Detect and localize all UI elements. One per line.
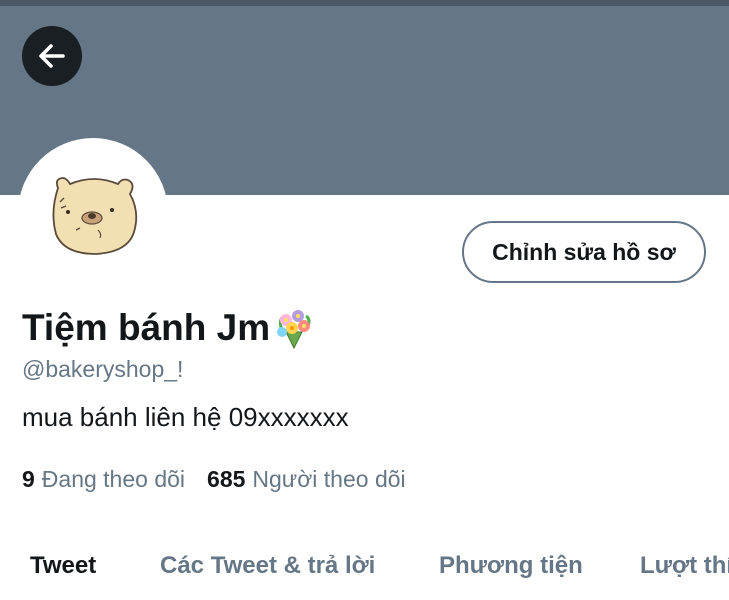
avatar[interactable] <box>18 138 168 288</box>
bear-avatar-icon <box>52 177 138 255</box>
profile-handle: @bakeryshop_! <box>22 356 184 382</box>
profile-tabs: Tweet Các Tweet & trả lời Phương tiện Lư… <box>0 552 729 600</box>
following-count: 9 <box>22 466 35 492</box>
follow-stats: 9 Đang theo dõi 685 Người theo dõi <box>22 466 428 493</box>
back-button[interactable] <box>22 26 82 86</box>
display-name: Tiệm bánh Jm <box>22 307 271 348</box>
tab-tweets-and-replies[interactable]: Các Tweet & trả lời <box>160 552 375 580</box>
tab-tweets[interactable]: Tweet <box>30 552 96 580</box>
edit-profile-button[interactable]: Chỉnh sửa hồ sơ <box>462 221 706 283</box>
followers-count: 685 <box>207 466 246 492</box>
following-label: Đang theo dõi <box>41 466 186 492</box>
followers-link[interactable]: 685 Người theo dõi <box>207 466 406 493</box>
tab-likes[interactable]: Lượt thí <box>640 552 729 580</box>
bouquet-icon <box>277 310 311 350</box>
following-link[interactable]: 9 Đang theo dõi <box>22 466 185 493</box>
profile-bio: mua bánh liên hệ 09xxxxxxx <box>22 402 349 432</box>
display-name-row: Tiệm bánh Jm <box>22 306 316 350</box>
tab-media[interactable]: Phương tiện <box>439 552 583 580</box>
arrow-left-icon <box>39 44 65 68</box>
followers-label: Người theo dõi <box>252 466 406 492</box>
profile-page: Chỉnh sửa hồ sơ Tiệm bánh Jm @bakeryshop… <box>0 0 729 600</box>
